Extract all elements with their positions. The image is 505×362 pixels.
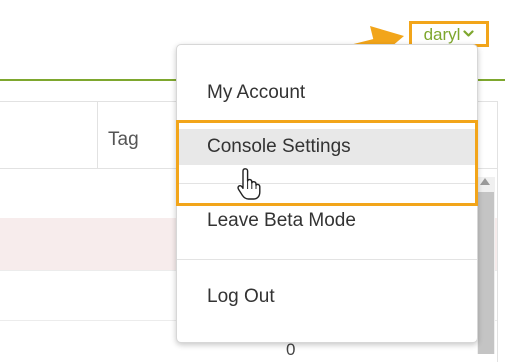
menu-item-console-settings[interactable]: Console Settings (177, 129, 477, 165)
scroll-up-icon[interactable] (480, 178, 490, 185)
menu-divider (177, 259, 477, 260)
column-header-tag[interactable]: Tag (108, 130, 139, 149)
table-cell: 0 (286, 340, 296, 359)
menu-divider (177, 183, 477, 184)
username-label: daryl (423, 24, 461, 44)
scrollbar-thumb[interactable] (478, 192, 494, 354)
chevron-down-icon (463, 30, 475, 37)
user-dropdown-menu: My Account Console Settings Leave Beta M… (176, 44, 478, 343)
column-divider (97, 101, 98, 169)
menu-item-log-out[interactable]: Log Out (177, 279, 477, 315)
hand-pointer-icon (237, 168, 261, 200)
menu-item-my-account[interactable]: My Account (177, 75, 477, 111)
menu-item-leave-beta-mode[interactable]: Leave Beta Mode (177, 203, 477, 239)
